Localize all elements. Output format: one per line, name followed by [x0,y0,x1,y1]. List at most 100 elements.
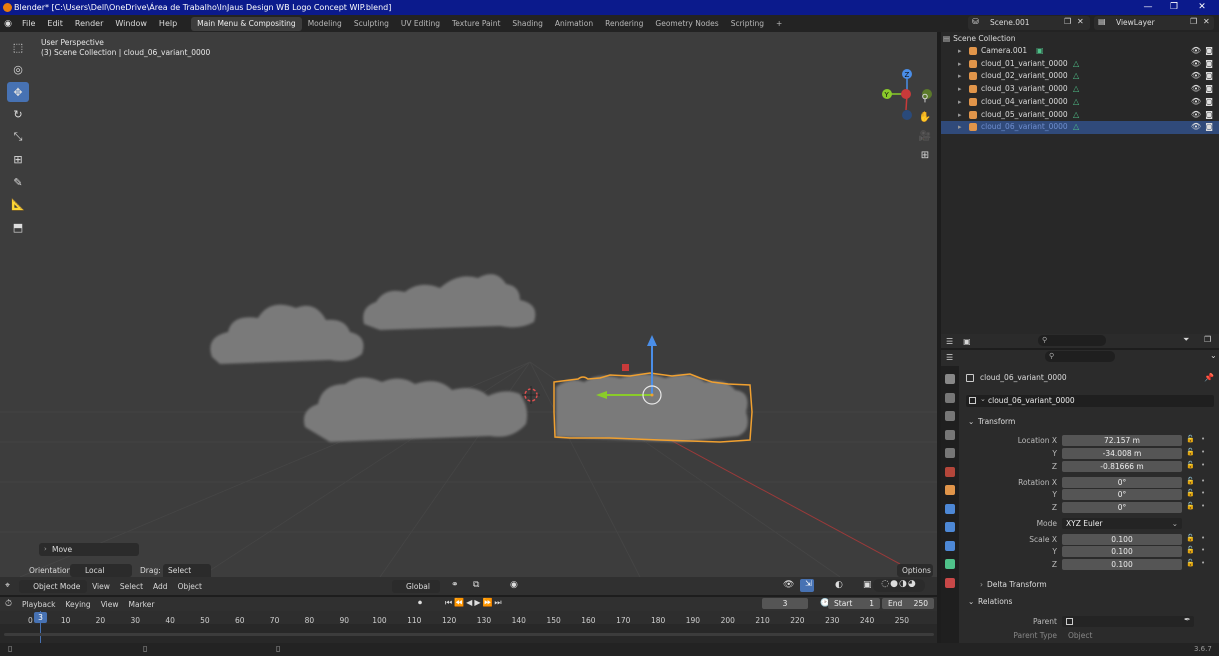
xz-plane-handle[interactable] [622,364,629,371]
parent-field[interactable] [1062,616,1194,627]
zoom-icon[interactable]: ⚲ [918,92,932,106]
tab-rendering[interactable]: Rendering [599,17,649,31]
new-view-layer-icon[interactable]: ❐ [1190,17,1197,26]
menu-view[interactable]: View [87,582,115,591]
location-x-field[interactable]: 72.157 m [1062,435,1182,446]
keyframe-dot-icon[interactable]: • [1201,502,1205,510]
mesh-data-icon[interactable]: △ [1073,121,1079,134]
ortho-grid-icon[interactable]: ⊞ [918,149,932,163]
mesh-data-icon[interactable]: △ [1073,58,1079,71]
keyframe-dot-icon[interactable]: • [1201,448,1205,456]
options-dropdown[interactable]: Options [897,564,933,577]
mesh-data-icon[interactable]: △ [1073,96,1079,109]
relations-header[interactable]: Relations [978,597,1012,606]
expand-arrow-icon[interactable]: ▸ [958,83,962,96]
rotation-z-field[interactable]: 0° [1062,502,1182,513]
expand-arrow-icon[interactable]: ▸ [958,58,962,71]
scale-x-field[interactable]: 0.100 [1062,534,1182,545]
delete-view-layer-icon[interactable]: ✕ [1203,17,1210,26]
display-mode-icon[interactable]: ☰ [941,337,958,346]
close-button[interactable]: ✕ [1189,0,1215,15]
select-box-tool-icon[interactable]: ⬚ [7,37,29,57]
timeline-scrollbar[interactable] [4,633,934,636]
outliner-item[interactable]: ▸ cloud_06_variant_0000 △ 👁 ◙ [941,121,1219,134]
drag-dropdown[interactable]: Select Box [163,564,211,577]
render-camera-icon[interactable]: ◙ [1205,109,1213,122]
location-z-field[interactable]: -0.81666 m [1062,461,1182,472]
visibility-eye-icon[interactable]: 👁 [1191,121,1201,134]
menu-select[interactable]: Select [115,582,148,591]
pin-icon[interactable]: 📌 [1204,373,1214,382]
menu-marker[interactable]: Marker [124,600,160,609]
tab-main-menu-compositing[interactable]: Main Menu & Compositing [191,16,302,31]
scene-tab-icon[interactable] [945,448,955,458]
world-tab-icon[interactable] [945,466,955,477]
lock-icon[interactable]: 🔓 [1186,435,1195,443]
outliner-item[interactable]: ▸ cloud_02_variant_0000 △ 👁 ◙ [941,70,1219,83]
nav-x-ball[interactable] [901,89,911,99]
proportional-edit-icon[interactable]: ◉ [505,580,523,590]
relations-chevron-icon[interactable]: ⌄ [968,597,974,606]
visibility-eye-icon[interactable]: 👁 [1191,70,1201,83]
new-collection-icon[interactable]: ❐ [1199,335,1216,344]
delta-chevron-icon[interactable]: › [980,580,983,589]
tab-texture-paint[interactable]: Texture Paint [446,17,506,31]
lock-icon[interactable]: 🔓 [1186,534,1195,542]
lock-icon[interactable]: 🔓 [1186,489,1195,497]
new-scene-icon[interactable]: ❐ [1064,17,1071,26]
outliner-search-input[interactable]: ⚲ [1038,335,1106,346]
3d-viewport[interactable]: Z Y ⬚ ◎ ✥ ↻ ⤡ ⊞ ✎ 📐 ⬒ User Perspective (… [0,32,937,577]
blender-menu-icon[interactable]: ◉ [0,19,16,29]
keyframe-dot-icon[interactable]: • [1201,489,1205,497]
last-operator-panel[interactable]: › Move [39,543,139,556]
pivot-icon[interactable]: ⚭ [446,580,464,590]
outliner-item[interactable]: ▸ Camera.001 ▣ 👁 ◙ [941,45,1219,58]
modifier-tab-icon[interactable] [945,503,955,514]
object-datablock-field[interactable]: ⌄ cloud_06_variant_0000 [966,395,1214,407]
gizmo-toggle-icon[interactable]: ⇲ [800,579,814,592]
scale-y-field[interactable]: 0.100 [1062,546,1182,557]
object-data-tab-icon[interactable] [945,559,955,569]
lock-icon[interactable]: 🔓 [1186,461,1195,469]
tab-scripting[interactable]: Scripting [725,17,770,31]
add-workspace-button[interactable]: + [770,17,788,31]
lock-icon[interactable]: 🔓 [1186,546,1195,554]
rotate-tool-icon[interactable]: ↻ [7,105,29,125]
scene-selector[interactable]: ⛁ Scene.001 ❐ ✕ [968,16,1090,30]
menu-playback[interactable]: Playback [17,600,60,609]
render-camera-icon[interactable]: ◙ [1205,58,1213,71]
rotation-y-field[interactable]: 0° [1062,489,1182,500]
tab-geometry-nodes[interactable]: Geometry Nodes [649,17,724,31]
particles-tab-icon[interactable] [945,522,955,532]
transform-orientation-dropdown[interactable]: Global [392,580,440,593]
transform-chevron-icon[interactable]: ⌄ [968,417,974,426]
minimize-button[interactable]: — [1135,0,1161,15]
expand-arrow-icon[interactable]: ▸ [958,109,962,122]
nav-neg-z-ball[interactable] [902,110,912,120]
lock-icon[interactable]: 🔓 [1186,559,1195,567]
measure-tool-icon[interactable]: 📐 [7,195,29,215]
object-tab-icon[interactable] [945,485,955,495]
outliner-item[interactable]: ▸ cloud_03_variant_0000 △ 👁 ◙ [941,83,1219,96]
tab-uv-editing[interactable]: UV Editing [395,17,446,31]
visibility-eye-icon[interactable]: 👁 [1191,96,1201,109]
render-camera-icon[interactable]: ◙ [1205,96,1213,109]
delete-scene-icon[interactable]: ✕ [1077,17,1084,26]
mesh-data-icon[interactable]: △ [1073,109,1079,122]
menu-edit[interactable]: Edit [41,15,69,32]
tab-modeling[interactable]: Modeling [302,17,348,31]
mesh-data-icon[interactable]: △ [1073,83,1079,96]
menu-keying[interactable]: Keying [61,600,96,609]
record-icon[interactable]: ⏺ [413,598,427,608]
pan-hand-icon[interactable]: ✋ [918,111,932,125]
location-y-field[interactable]: -34.008 m [1062,448,1182,459]
keyframe-dot-icon[interactable]: • [1201,461,1205,469]
mesh-data-icon[interactable]: △ [1073,70,1079,83]
z-arrowhead[interactable] [647,335,657,346]
menu-file[interactable]: File [16,15,41,32]
editor-type-icon[interactable]: ⌖ [0,581,15,591]
rotation-mode-dropdown[interactable]: XYZ Euler ⌄ [1062,518,1182,529]
properties-editor-icon[interactable]: ☰ [941,353,958,362]
camera-data-icon[interactable]: ▣ [1036,45,1044,58]
props-options-icon[interactable]: ⌄ [1205,351,1219,360]
